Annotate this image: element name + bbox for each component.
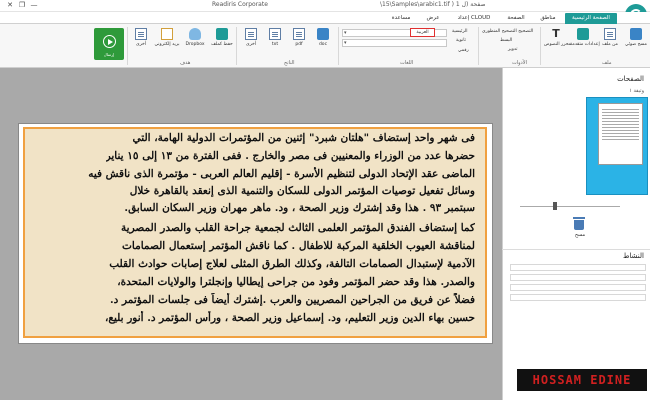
pages-panel-title: الصفحات [617, 75, 644, 83]
text-editor-button[interactable]: T محرر النصوص [544, 27, 572, 60]
page-thumbnail[interactable] [598, 103, 643, 165]
watermark-logo: HOSSAM EDINE [517, 369, 647, 391]
doc-output-button[interactable]: doc [312, 28, 334, 60]
email-label: بريد إلكتروني [154, 42, 180, 47]
pdf-output-button[interactable]: pdf [288, 28, 310, 60]
other-output-button[interactable]: أخرى [240, 28, 262, 60]
pdf-label: pdf [295, 42, 303, 47]
title-bar: ✕ ❐ — Readiris Corporate \15\Samples\ara… [0, 0, 650, 12]
other-format-icon [245, 28, 257, 40]
main-language-label: الرئيسية [452, 29, 468, 34]
save-as-file-label: حفظ كملف [211, 42, 233, 47]
from-file-label: من ملف [602, 42, 618, 47]
separator [338, 27, 339, 65]
activity-panel-title: النشاط [502, 249, 650, 261]
text-line: حضرها عدد من الوزراء والمعنيين فى مصر وا… [105, 150, 475, 162]
doc-icon [317, 28, 329, 40]
file-path: \15\Samples\arabic1.tif ) 1 صفحة (ل [380, 1, 486, 8]
mail-icon [161, 28, 173, 40]
from-file-button[interactable]: من ملف [598, 28, 622, 60]
text-line: والصدر. هذا وقد حضر المؤتمر وفود من جراح… [117, 276, 475, 288]
send-label: إرسال [103, 52, 115, 57]
text-line: حسين بهاء الدين وزير التعليم، ود. إسماعي… [105, 312, 475, 324]
text-line: سبتمبر ٩٣ . هذا وقد إشترك وزير الصحة ، و… [124, 202, 475, 214]
activity-row [510, 284, 646, 291]
tab-help[interactable]: مساعدة [385, 13, 417, 24]
txt-output-button[interactable]: txt [264, 28, 286, 60]
scanner-icon [630, 28, 642, 40]
save-as-file-button[interactable]: حفظ كملف [210, 28, 234, 60]
straighten-option[interactable]: البسط [500, 38, 512, 43]
send-button[interactable]: إرسال [94, 28, 124, 60]
tab-cloud-settings[interactable]: إعداد CLOUD [450, 13, 498, 24]
rotate-option[interactable]: تدوير [508, 47, 518, 52]
zoom-slider-handle[interactable] [553, 202, 557, 210]
numbers-label: رقمي [458, 48, 469, 53]
dropbox-button[interactable]: Dropbox [182, 28, 208, 60]
app-title: Readiris Corporate [212, 1, 268, 8]
file-icon [604, 28, 616, 40]
target-group-label: هدف [180, 60, 191, 66]
zoom-slider-track[interactable] [520, 206, 620, 207]
advanced-settings-button[interactable]: إعدادات متقدمة [570, 28, 600, 60]
save-icon [216, 28, 228, 40]
maximize-window-button[interactable]: ❐ [16, 1, 28, 9]
chevron-down-icon: ▾ [344, 40, 347, 46]
scanned-text-zone[interactable]: فى شهر واحد إستضاف "هلتان شبرد" إثنين من… [23, 127, 487, 338]
ribbon-tabs: الصفحة الرئيسية مناطق الصفحة إعداد CLOUD… [0, 12, 650, 24]
email-button[interactable]: بريد إلكتروني [154, 28, 180, 60]
other-target-button[interactable]: أخرى [130, 28, 152, 60]
other-target-icon [135, 28, 147, 40]
pdf-icon [293, 28, 305, 40]
text-line: الماضى عقد الإتحاد الدولى لتنظيم الأسرة … [88, 168, 475, 180]
doc-label: doc [318, 42, 328, 47]
secondary-language-dropdown[interactable]: ▾ [342, 39, 447, 47]
text-line: لمناقشة العيوب الخلقية المركبة للاطفال .… [122, 240, 475, 252]
advanced-settings-label: إعدادات متقدمة [570, 42, 600, 47]
separator [478, 27, 479, 65]
scan-label: مسح ضوئي [625, 42, 647, 47]
close-window-button[interactable]: ✕ [4, 1, 16, 9]
trash-body [574, 220, 584, 230]
separator [540, 27, 541, 65]
text-editor-icon: T [552, 27, 560, 40]
tab-zones[interactable]: مناطق [534, 13, 562, 24]
text-line: كما إستضاف الفندق المؤتمر العلمى الثالث … [121, 222, 475, 234]
tab-home[interactable]: الصفحة الرئيسية [565, 13, 617, 24]
languages-group-label: اللغات [400, 60, 414, 66]
main-language-value[interactable]: العربية [410, 28, 435, 37]
separator [127, 27, 128, 65]
perspective-correction-option[interactable]: التصحيح التصحيح المنظوري [482, 29, 533, 34]
play-icon [103, 35, 116, 48]
text-line: وسائل تفعيل توصيات المؤتمر الدولى للسكان… [129, 185, 475, 197]
activity-row [510, 294, 646, 301]
txt-icon [269, 28, 281, 40]
tab-view[interactable]: عرض [420, 13, 446, 24]
trash-icon[interactable] [573, 217, 585, 230]
secondary-language-label: ثانوية [456, 38, 466, 43]
document-label: وثيقة ١ [629, 88, 644, 94]
dropbox-label: Dropbox [185, 42, 205, 47]
text-line: فى شهر واحد إستضاف "هلتان شبرد" إثنين من… [132, 132, 475, 144]
dropbox-icon [189, 28, 201, 40]
settings-icon [577, 28, 589, 40]
text-editor-label: محرر النصوص [544, 42, 572, 47]
scan-group-label: ملف [602, 60, 612, 66]
output-group-label: الناتج [284, 60, 295, 66]
activity-row [510, 274, 646, 281]
other-target-label: أخرى [135, 42, 147, 47]
separator [236, 27, 237, 65]
scan-button[interactable]: مسح ضوئي [624, 28, 648, 60]
chevron-down-icon: ▾ [344, 30, 347, 36]
other-output-label: أخرى [245, 42, 257, 47]
activity-row [510, 264, 646, 271]
trash-lid [573, 217, 585, 219]
tools-group-label: الأدوات [512, 60, 527, 66]
minimize-window-button[interactable]: — [28, 1, 40, 9]
delete-label[interactable]: مسح [560, 232, 600, 238]
tab-page[interactable]: الصفحة [502, 13, 530, 24]
text-line: فضلاً عن فريق من الجراحين المصريين والعر… [109, 294, 475, 306]
text-line: الآدمية لإستبدال الصمامات التالفة، وكذلك… [109, 258, 475, 270]
txt-label: txt [271, 42, 279, 47]
